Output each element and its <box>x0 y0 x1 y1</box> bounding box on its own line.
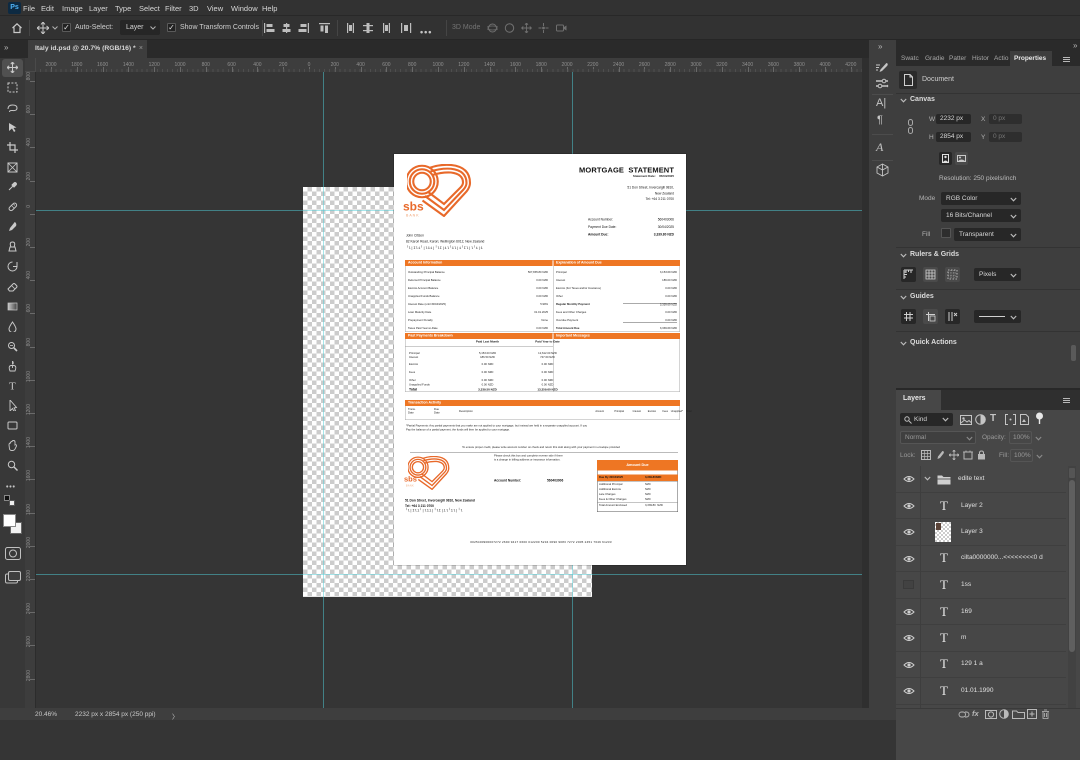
svg-text:T: T <box>9 381 16 392</box>
